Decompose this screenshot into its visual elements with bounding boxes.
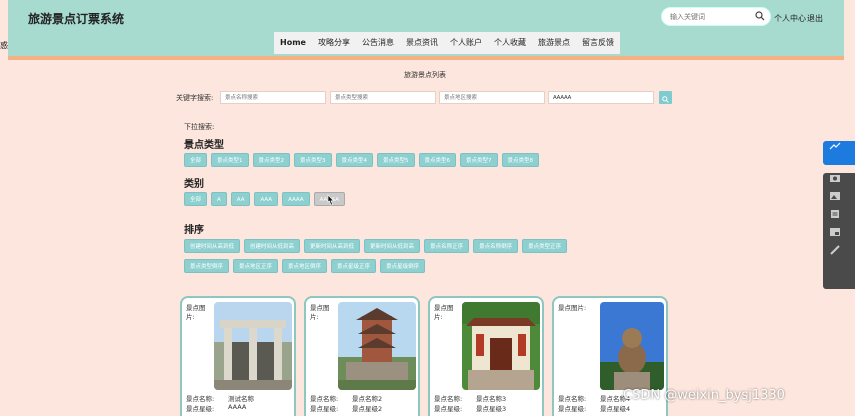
card-grade: 景点星级4 (600, 405, 631, 413)
card-image-label: 景点图片: (558, 304, 587, 312)
main-nav: Home 攻略分享 公告消息 景点资讯 个人账户 个人收藏 旅游景点 留言反馈 (274, 32, 620, 54)
type-search-input[interactable] (330, 91, 436, 104)
category-filter-aa[interactable]: AA (230, 192, 251, 206)
user-center-link[interactable]: 个人中心 (774, 13, 806, 24)
share-icon (829, 142, 841, 150)
attraction-photo[interactable] (338, 302, 416, 390)
sort-row-1: 创建时间从高到低 创建时间从低到高 更新时间从高到低 更新时间从低到高 景点名称… (184, 239, 568, 253)
type-filter-4[interactable]: 景点类型4 (335, 153, 374, 167)
card-name-label: 景点名称: (558, 395, 587, 403)
sort-region-asc[interactable]: 景点地区正序 (233, 259, 279, 273)
category-filter-aaa[interactable]: AAA (254, 192, 279, 206)
nav-item-attractions[interactable]: 旅游景点 (532, 32, 576, 54)
sort-section-title: 排序 (184, 225, 204, 236)
image-icon[interactable] (829, 191, 841, 201)
card-grade-label: 景点星级: (186, 405, 215, 413)
card-image-label: 景点图片: (434, 304, 454, 321)
card-name-label: 景点名称: (434, 395, 463, 403)
side-toolbar (823, 134, 855, 289)
type-filter-2[interactable]: 景点类型2 (252, 153, 291, 167)
type-section-title: 景点类型 (184, 140, 224, 151)
type-filter-6[interactable]: 景点类型6 (418, 153, 457, 167)
page-title: 旅游景点列表 (404, 71, 446, 79)
sort-grade-asc[interactable]: 景点星级正序 (331, 259, 377, 273)
card-grade-label: 景点星级: (434, 405, 463, 413)
sort-updated-desc[interactable]: 更新时间从高到低 (304, 239, 361, 253)
card-name-label: 景点名称: (310, 395, 339, 403)
side-tools-panel (823, 173, 855, 289)
card-name: 景点名称3 (476, 395, 507, 403)
attraction-photo[interactable] (462, 302, 540, 390)
name-search-input[interactable] (220, 91, 326, 104)
sort-region-desc[interactable]: 景点地区倒序 (282, 259, 328, 273)
attraction-photo[interactable] (214, 302, 292, 390)
screenshot-icon[interactable] (829, 227, 841, 237)
camera-icon[interactable] (829, 173, 841, 183)
nav-item-home[interactable]: Home (274, 32, 312, 54)
nav-item-account[interactable]: 个人账户 (444, 32, 488, 54)
type-filter-5[interactable]: 景点类型5 (377, 153, 415, 167)
sort-type-asc[interactable]: 景点类型正序 (522, 239, 568, 253)
nav-item-guides[interactable]: 攻略分享 (312, 32, 356, 54)
card-grade: 景点星级3 (476, 405, 507, 413)
card-name: 测试名称 (228, 395, 254, 403)
logout-link[interactable]: 退出 (807, 13, 823, 24)
category-filter-a[interactable]: A (211, 192, 227, 206)
watermark: CSDN @weixin_bysj1330 (623, 388, 785, 403)
dropdown-search-label: 下拉搜索: (184, 123, 215, 131)
attraction-photo[interactable] (600, 302, 664, 390)
site-title: 旅游景点订票系统 (28, 12, 125, 26)
type-filter-3[interactable]: 景点类型3 (294, 153, 332, 167)
sort-name-desc[interactable]: 景点名称倒序 (473, 239, 519, 253)
card-grade: 景点星级2 (352, 405, 383, 413)
mouse-pointer-icon (327, 194, 335, 206)
type-filter-1[interactable]: 景点类型1 (211, 153, 249, 167)
card-image-label: 景点图片: (310, 304, 330, 321)
sort-created-desc[interactable]: 创建时间从高到低 (184, 239, 241, 253)
nav-item-favorites[interactable]: 个人收藏 (488, 32, 532, 54)
region-search-input[interactable] (439, 91, 545, 104)
type-filter-all[interactable]: 全部 (184, 153, 208, 167)
category-filter-all[interactable]: 全部 (184, 192, 208, 206)
nav-item-feedback[interactable]: 留言反馈 (576, 32, 620, 54)
search-button[interactable] (659, 91, 672, 104)
card-name: 景点名称2 (352, 395, 383, 403)
nav-item-notices[interactable]: 公告消息 (356, 32, 400, 54)
search-icon[interactable] (755, 11, 765, 21)
category-filter-aaaa[interactable]: AAAA (282, 192, 310, 206)
grade-search-input[interactable] (548, 91, 654, 104)
category-section-title: 类别 (184, 179, 204, 190)
card-image-label: 景点图片: (186, 304, 206, 321)
sort-name-asc[interactable]: 景点名称正序 (424, 239, 470, 253)
sort-row-2: 景点类型倒序 景点地区正序 景点地区倒序 景点星级正序 景点星级倒序 (184, 259, 426, 273)
sort-grade-desc[interactable]: 景点星级倒序 (380, 259, 426, 273)
type-filter-row: 全部 景点类型1 景点类型2 景点类型3 景点类型4 景点类型5 景点类型6 景… (184, 153, 540, 167)
category-filter-row: 全部 A AA AAA AAAA AAAAA (184, 192, 346, 206)
sort-created-asc[interactable]: 创建时间从低到高 (244, 239, 301, 253)
card-grade-label: 景点星级: (558, 405, 587, 413)
attraction-card[interactable]: 景点图片: 景点名称: 景点名称3 景点星级: 景点星级3 (428, 296, 544, 416)
sort-type-desc[interactable]: 景点类型倒序 (184, 259, 230, 273)
pencil-icon[interactable] (829, 245, 841, 255)
type-filter-7[interactable]: 景点类型7 (460, 153, 498, 167)
left-edge-text: 惑 (0, 41, 8, 50)
attraction-card[interactable]: 景点图片: 景点名称: 测试名称 景点星级: AAAA (180, 296, 296, 416)
card-name-label: 景点名称: (186, 395, 215, 403)
accent-bar (8, 56, 844, 60)
card-grade: AAAA (228, 403, 247, 411)
type-filter-8[interactable]: 景点类型8 (501, 153, 540, 167)
search-icon (662, 96, 669, 103)
sort-updated-asc[interactable]: 更新时间从低到高 (364, 239, 421, 253)
side-share-button[interactable] (823, 141, 855, 165)
document-icon[interactable] (829, 209, 841, 219)
attraction-card[interactable]: 景点图片: 景点名称: 景点名称2 景点星级: 景点星级2 (304, 296, 420, 416)
nav-item-news[interactable]: 景点资讯 (400, 32, 444, 54)
keyword-search-label: 关键字搜索: (176, 94, 214, 102)
card-grade-label: 景点星级: (310, 405, 339, 413)
